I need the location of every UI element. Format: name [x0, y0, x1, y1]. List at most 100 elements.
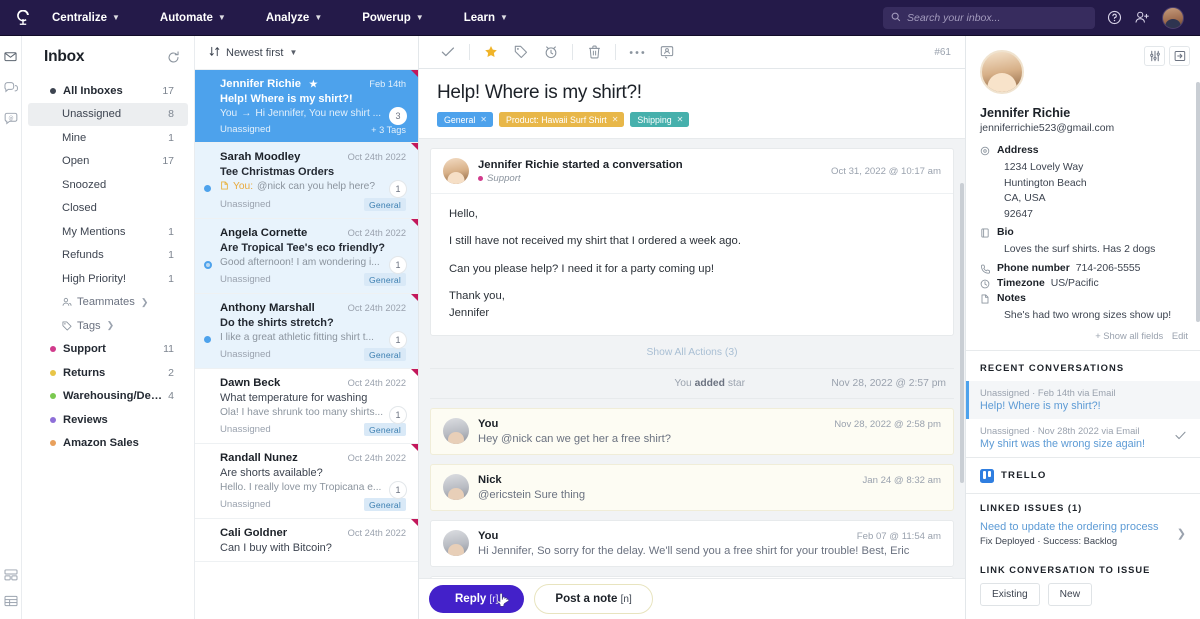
- nav-item-automate[interactable]: Automate ▼: [150, 7, 236, 29]
- close-icon[interactable]: ✕: [677, 115, 684, 124]
- conversation-tag[interactable]: General: [364, 198, 406, 211]
- recent-conversation-item[interactable]: Unassigned · Feb 14th via Email Help! Wh…: [966, 380, 1200, 419]
- conversation-date: Oct 24th 2022: [347, 303, 406, 313]
- preview-text: @nick can you help here?: [257, 181, 375, 192]
- list-item[interactable]: Angela Cornette Oct 24th 2022 Are Tropic…: [195, 219, 418, 294]
- gorgias-logo-icon[interactable]: [10, 9, 36, 26]
- sidebar-item-open[interactable]: Open 17: [28, 150, 188, 174]
- list-item[interactable]: Randall Nunez Oct 24th 2022 Are shorts a…: [195, 444, 418, 519]
- more-horizontal-icon[interactable]: [622, 39, 652, 65]
- list-item[interactable]: Dawn Beck Oct 24th 2022 What temperature…: [195, 369, 418, 444]
- list-item[interactable]: Sarah Moodley Oct 24th 2022 Tee Christma…: [195, 143, 418, 219]
- sidebar-item-label: All Inboxes: [63, 84, 123, 97]
- check-icon[interactable]: [433, 39, 463, 65]
- reply-message[interactable]: You Feb 07 @ 11:54 am Hi Jennifer, So so…: [430, 519, 954, 567]
- preview-prefix: You:: [233, 181, 254, 192]
- app-body: @ Inbox All Inboxes 17 Unassigned 8 Mine…: [0, 36, 1200, 619]
- chat-mention-icon[interactable]: @: [4, 112, 18, 125]
- note-author: You: [478, 417, 499, 430]
- star-icon: ★: [309, 79, 318, 90]
- tag-label: General: [444, 114, 476, 125]
- channel-dot: [50, 440, 56, 447]
- link-new-button[interactable]: New: [1047, 582, 1093, 606]
- link-existing-button[interactable]: Existing: [980, 582, 1040, 606]
- chat-bubbles-icon[interactable]: [3, 81, 18, 94]
- tag-shipping[interactable]: Shipping ✕: [630, 112, 690, 127]
- post-note-button[interactable]: Post a note [n]: [534, 584, 653, 614]
- issue-title[interactable]: Need to update the ordering process: [980, 521, 1177, 533]
- internal-note[interactable]: Nick Jan 24 @ 8:32 am @ericstein Sure th…: [430, 463, 954, 511]
- internal-note[interactable]: You Nov 28, 2022 @ 2:58 pm Hey @nick can…: [430, 407, 954, 455]
- sidebar-item-refunds[interactable]: Refunds 1: [28, 244, 188, 268]
- sort-selector[interactable]: Newest first ▼: [195, 36, 418, 70]
- recent-title[interactable]: Help! Where is my shirt?!: [980, 400, 1186, 412]
- conversation-preview: You: @nick can you help here?: [220, 181, 406, 193]
- conversation-tag[interactable]: General: [364, 423, 406, 436]
- sidebar-item-tags[interactable]: Tags ❯: [28, 314, 188, 338]
- list-panel-icon[interactable]: [4, 595, 18, 607]
- add-user-icon[interactable]: [1134, 10, 1150, 25]
- tag-product[interactable]: Product: Hawaii Surf Shirt ✕: [499, 112, 625, 127]
- layout-grid-icon[interactable]: [4, 569, 18, 581]
- chevron-right-icon[interactable]: ❯: [1177, 527, 1186, 540]
- help-circle-icon[interactable]: [1107, 10, 1122, 25]
- linked-issues-title: LINKED ISSUES (1): [980, 502, 1083, 513]
- sliders-icon[interactable]: [1144, 46, 1165, 66]
- sidebar-item-count: 8: [168, 108, 174, 121]
- sidebar-item-warehousing[interactable]: Warehousing/Delive... 4: [28, 385, 188, 409]
- trello-label: TRELLO: [1001, 470, 1047, 482]
- collapse-panel-icon[interactable]: [1169, 46, 1190, 66]
- sidebar-item-reviews[interactable]: Reviews: [28, 408, 188, 432]
- recent-conversation-item[interactable]: Unassigned · Nov 28th 2022 via Email My …: [966, 419, 1200, 457]
- sidebar-item-teammates[interactable]: Teammates ❯: [28, 291, 188, 315]
- linked-issue-row[interactable]: Need to update the ordering process Fix …: [966, 521, 1200, 556]
- conversation-tag[interactable]: General: [364, 348, 406, 361]
- tag-general[interactable]: General ✕: [437, 112, 493, 127]
- sidebar-item-support[interactable]: Support 11: [28, 338, 188, 362]
- nav-label: Centralize: [52, 11, 107, 24]
- trash-icon[interactable]: [579, 39, 609, 65]
- page-title: Help! Where is my shirt?!: [437, 82, 642, 103]
- sidebar-item-unassigned[interactable]: Unassigned 8: [28, 102, 188, 126]
- alarm-clock-icon[interactable]: [536, 39, 566, 65]
- avatar[interactable]: [1162, 6, 1184, 29]
- edit-fields-link[interactable]: Edit: [1172, 330, 1188, 341]
- conversation-toolbar: #61: [419, 36, 965, 69]
- star-icon[interactable]: [476, 39, 506, 65]
- list-item[interactable]: Jennifer Richie ★ Feb 14th Help! Where i…: [195, 70, 418, 143]
- mail-icon[interactable]: [4, 50, 17, 63]
- search-input[interactable]: [907, 11, 1087, 24]
- conversation-tag[interactable]: General: [364, 273, 406, 286]
- close-icon[interactable]: ✕: [480, 115, 487, 124]
- assign-agent-icon[interactable]: [652, 39, 682, 65]
- show-all-actions-link[interactable]: Show All Actions (3): [430, 336, 954, 368]
- channel-dot: [50, 416, 56, 423]
- refresh-icon[interactable]: [167, 50, 180, 64]
- nav-items: Centralize ▼ Automate ▼ Analyze ▼ Poweru…: [42, 7, 538, 29]
- reply-button[interactable]: Reply [r]: [429, 585, 525, 613]
- note-author: Nick: [478, 473, 502, 486]
- nav-item-powerup[interactable]: Powerup ▼: [352, 7, 433, 29]
- show-all-fields-link[interactable]: + Show all fields: [1095, 330, 1163, 341]
- sidebar-item-mine[interactable]: Mine 1: [28, 126, 188, 150]
- list-item[interactable]: Cali Goldner Oct 24th 2022 Can I buy wit…: [195, 519, 418, 562]
- scrollbar-thread[interactable]: [960, 183, 964, 483]
- conversation-tag[interactable]: General: [364, 498, 406, 511]
- sidebar-item-amazon-sales[interactable]: Amazon Sales: [28, 432, 188, 456]
- close-icon[interactable]: ✕: [612, 115, 619, 124]
- search-box[interactable]: [883, 6, 1095, 29]
- list-item[interactable]: Anthony Marshall Oct 24th 2022 Do the sh…: [195, 294, 418, 369]
- field-timezone: Timezone US/Pacific: [980, 278, 1186, 289]
- sidebar-item-all-inboxes[interactable]: All Inboxes 17: [28, 79, 188, 103]
- tag-icon[interactable]: [506, 39, 536, 65]
- sidebar-item-high-priority[interactable]: High Priority! 1: [28, 267, 188, 291]
- nav-item-centralize[interactable]: Centralize ▼: [42, 7, 130, 29]
- field-label: Address: [997, 145, 1039, 156]
- sidebar-item-closed[interactable]: Closed: [28, 197, 188, 221]
- sidebar-item-returns[interactable]: Returns 2: [28, 361, 188, 385]
- recent-title[interactable]: My shirt was the wrong size again!: [980, 438, 1175, 450]
- nav-item-learn[interactable]: Learn ▼: [454, 7, 518, 29]
- sidebar-item-my-mentions[interactable]: My Mentions 1: [28, 220, 188, 244]
- sidebar-item-snoozed[interactable]: Snoozed: [28, 173, 188, 197]
- nav-item-analyze[interactable]: Analyze ▼: [256, 7, 332, 29]
